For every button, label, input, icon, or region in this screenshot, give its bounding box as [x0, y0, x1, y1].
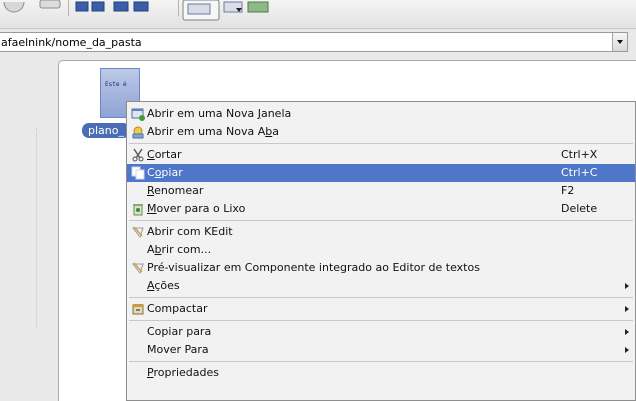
forward-icon[interactable]: [38, 0, 62, 14]
context-menu: Abrir em uma Nova Janela Abrir em uma No…: [126, 101, 636, 401]
menu-item-copy[interactable]: Copiar Ctrl+C: [127, 164, 635, 182]
menu-item-label: Mover Para: [147, 343, 209, 356]
menu-item-open-new-tab[interactable]: Abrir em uma Nova Aba: [127, 123, 635, 141]
menu-item-compress[interactable]: Compactar: [127, 300, 635, 318]
menu-item-move-to-trash[interactable]: Mover para o Lixo Delete: [127, 200, 635, 218]
toolbar: [0, 0, 636, 29]
copy-icon: [131, 166, 145, 180]
menu-item-move-to[interactable]: Mover Para: [127, 341, 635, 359]
shortcut-rename: F2: [561, 184, 575, 197]
shortcut-cut: Ctrl+X: [561, 148, 598, 161]
location-path[interactable]: afaelnink/nome_da_pasta: [1, 36, 142, 49]
submenu-arrow-icon: [625, 283, 629, 289]
preview-icon: [131, 262, 144, 275]
submenu-arrow-icon: [625, 329, 629, 335]
file-thumbnail-text: Este é: [105, 81, 127, 88]
menu-item-actions[interactable]: Ações: [127, 277, 635, 295]
edit-icon: [131, 226, 144, 239]
menu-item-label: Pré-visualizar em Componente integrado a…: [147, 261, 480, 274]
menu-item-copy-to[interactable]: Copiar para: [127, 323, 635, 341]
scissors-icon: [132, 148, 144, 162]
menu-item-cut[interactable]: Cortar Ctrl+X: [127, 146, 635, 164]
submenu-arrow-icon: [625, 306, 629, 312]
file-name-label[interactable]: plano_: [82, 123, 130, 138]
shortcut-copy: Ctrl+C: [561, 166, 598, 179]
submenu-arrow-icon: [625, 347, 629, 353]
menu-item-preview[interactable]: Pré-visualizar em Componente integrado a…: [127, 259, 635, 277]
menu-item-label: Copiar para: [147, 325, 212, 338]
archive-icon: [132, 304, 144, 315]
zoom-icon[interactable]: [182, 0, 272, 22]
location-dropdown-button[interactable]: [612, 33, 627, 51]
menu-item-open-with[interactable]: Abrir com...: [127, 241, 635, 259]
shortcut-trash: Delete: [561, 202, 598, 215]
sort-icon[interactable]: [112, 0, 152, 14]
back-icon[interactable]: [2, 0, 28, 14]
view-gutter: [36, 128, 38, 328]
menu-item-label: Abrir com KEdit: [147, 225, 233, 238]
menu-item-properties[interactable]: Propriedades: [127, 364, 635, 382]
view-mode-icon[interactable]: [74, 0, 108, 14]
new-window-icon: [131, 108, 145, 121]
location-bar[interactable]: afaelnink/nome_da_pasta: [0, 32, 628, 52]
menu-item-open-new-window[interactable]: Abrir em uma Nova Janela: [127, 105, 635, 123]
chevron-down-icon[interactable]: [236, 8, 242, 12]
new-tab-icon: [132, 126, 144, 139]
menu-item-label: Compactar: [147, 302, 208, 315]
trash-icon: [133, 204, 143, 216]
menu-item-open-with-kedit[interactable]: Abrir com KEdit: [127, 223, 635, 241]
menu-item-rename[interactable]: Renomear F2: [127, 182, 635, 200]
chevron-down-icon: [617, 40, 623, 44]
